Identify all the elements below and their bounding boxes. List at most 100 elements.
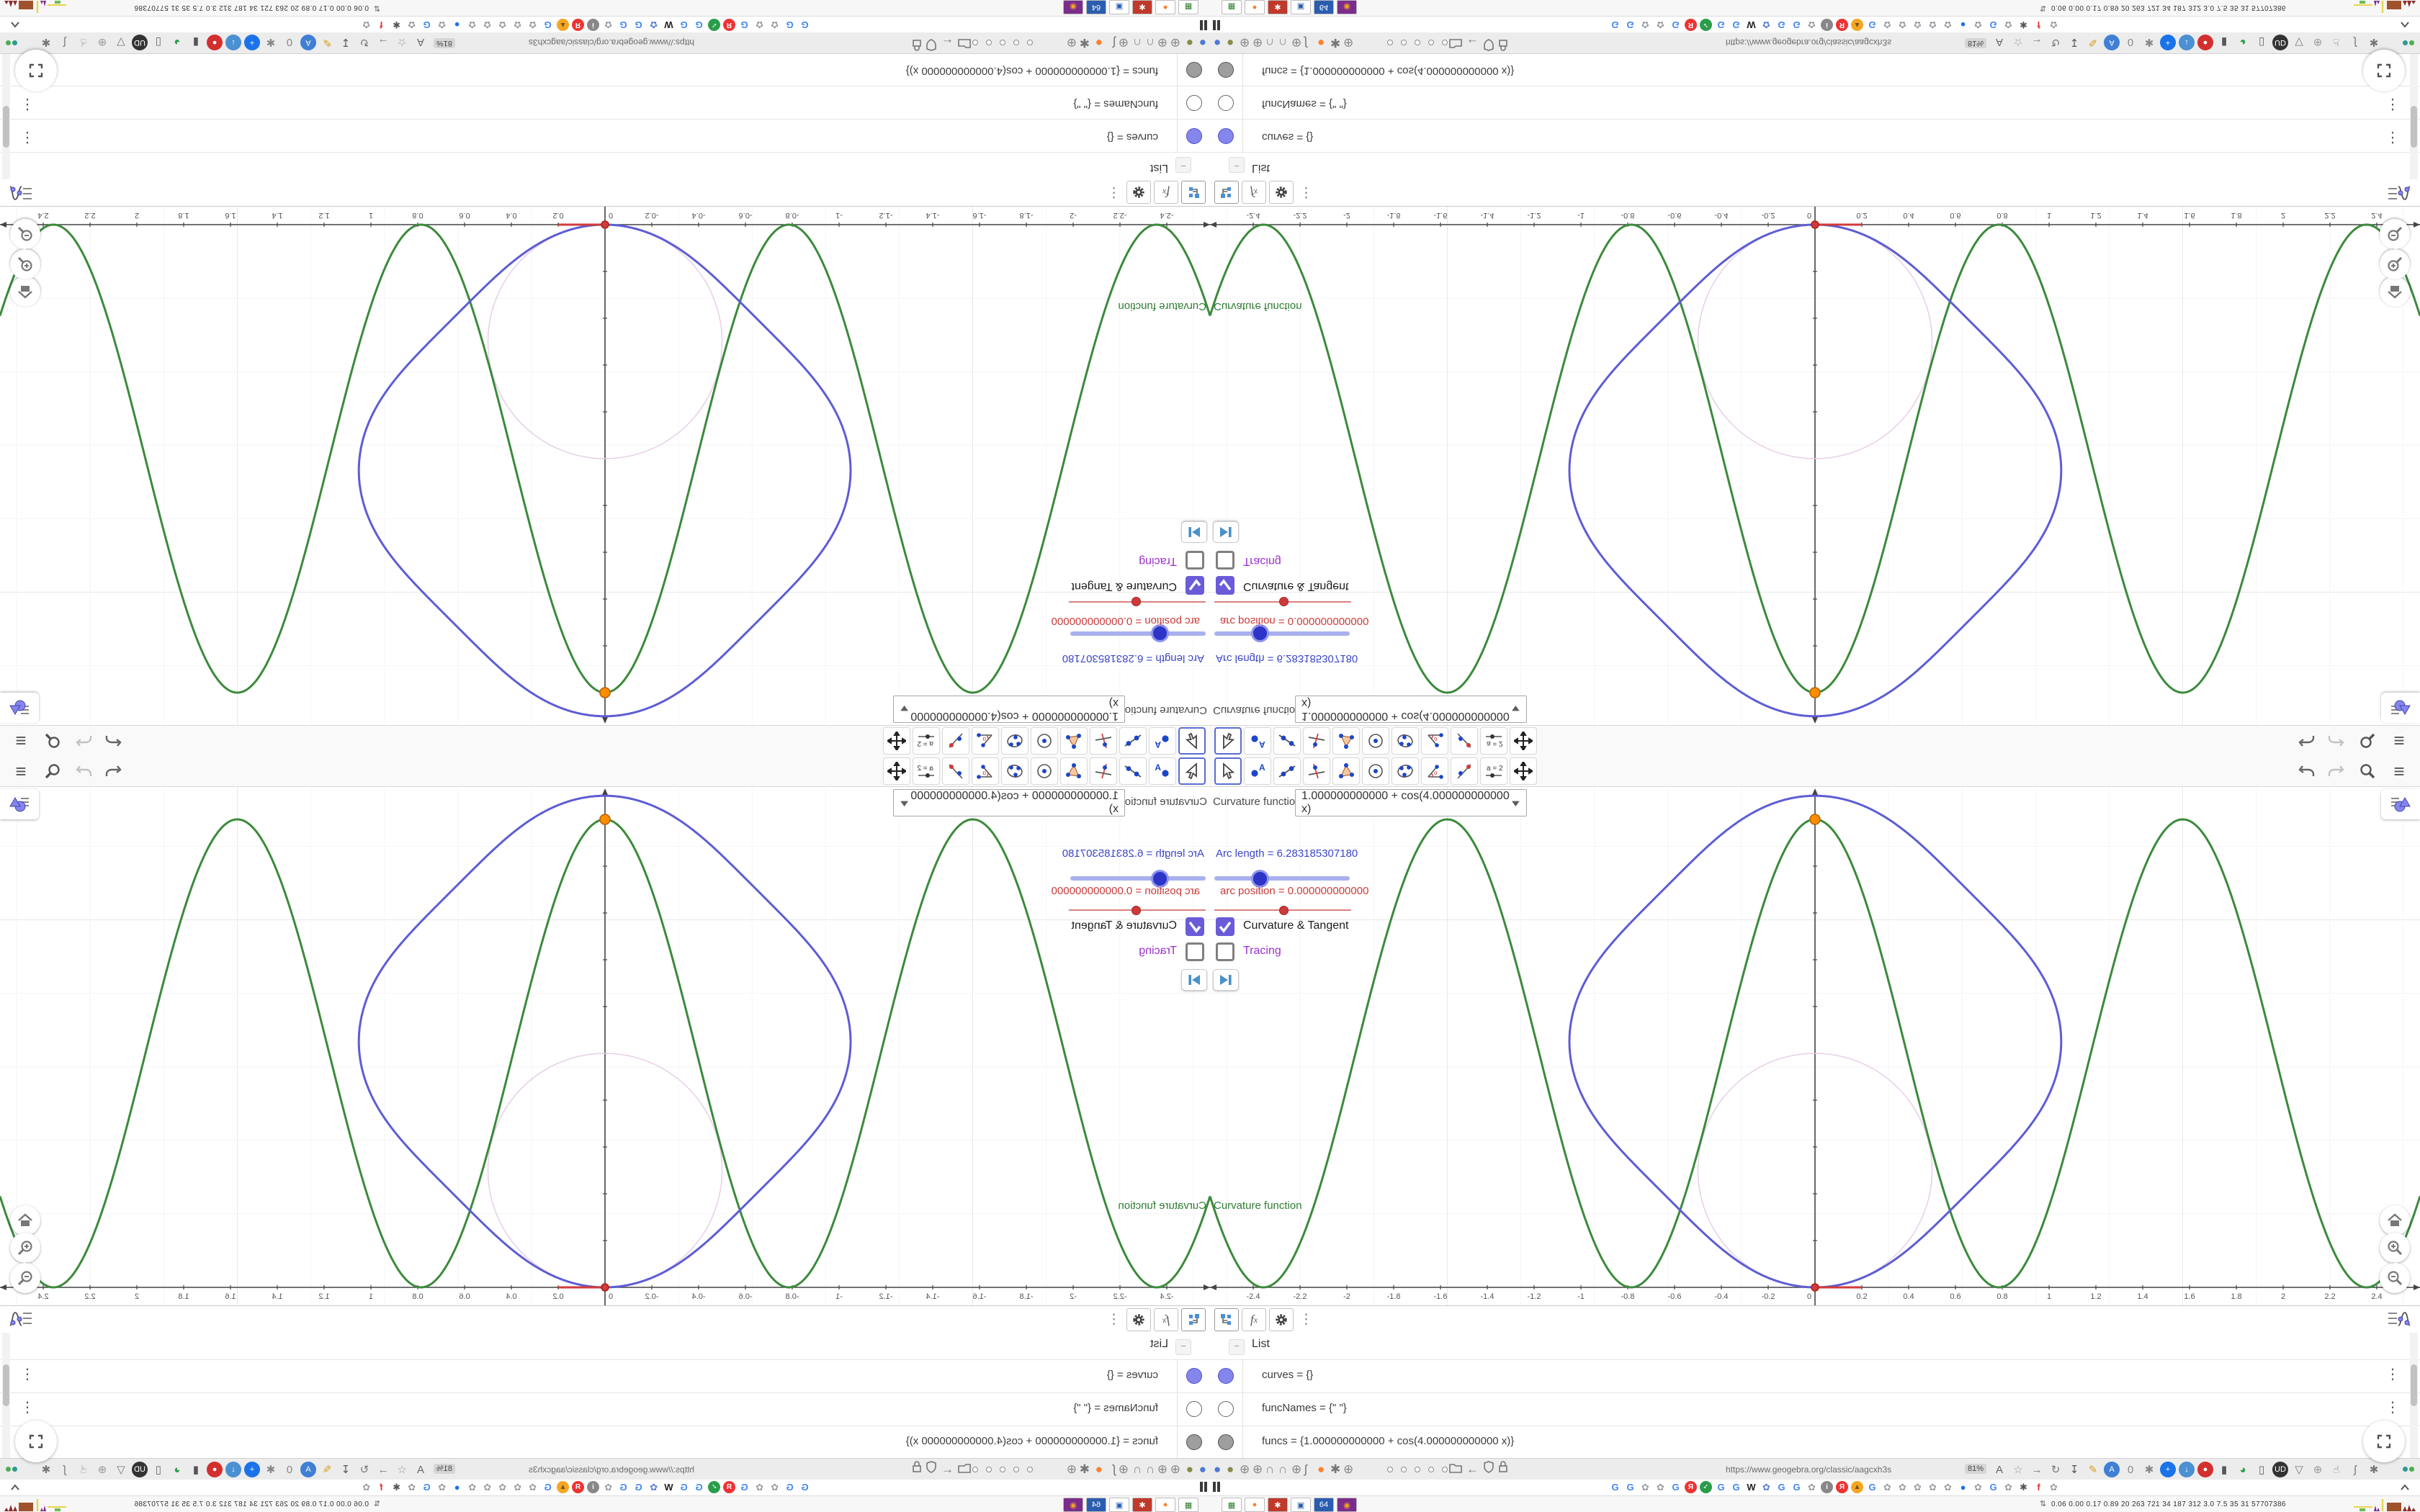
search-icon[interactable]: [2354, 729, 2380, 753]
browser-action-icon[interactable]: ✱: [2366, 35, 2382, 50]
taskbar-app-icon[interactable]: ✱: [1268, 0, 1288, 14]
zoom-in-button[interactable]: [2380, 1233, 2410, 1263]
browser-action-icon[interactable]: ↻: [357, 35, 372, 50]
tray-chevron-icon[interactable]: [10, 17, 20, 30]
point-tool[interactable]: A: [1244, 757, 1271, 785]
browser-action-icon[interactable]: ʃ: [2347, 1462, 2363, 1477]
tab-favicon[interactable]: Я: [1685, 19, 1697, 31]
browser-action-icon[interactable]: ●: [207, 35, 223, 50]
tab-favicon[interactable]: ✿: [436, 1481, 448, 1493]
tab-favicon[interactable]: ✿: [511, 19, 524, 31]
tab-favicon[interactable]: ✓: [708, 19, 720, 31]
taskbar-app-icon[interactable]: 64: [1086, 1498, 1106, 1512]
point-tool[interactable]: A: [1149, 757, 1176, 785]
undo-button[interactable]: [100, 729, 126, 753]
visibility-toggle[interactable]: [1218, 1434, 1234, 1450]
tab-favicon[interactable]: Я: [572, 19, 584, 31]
algebra-style-icon[interactable]: [9, 179, 33, 202]
shield-icon[interactable]: [1484, 34, 1494, 51]
taskbar-app-icon[interactable]: ●: [1245, 0, 1265, 14]
tab-favicon[interactable]: ✿: [2048, 19, 2060, 31]
kebab-menu-icon[interactable]: ⋮: [2385, 1398, 2400, 1416]
tab-favicon[interactable]: G: [1791, 1481, 1803, 1493]
redo-button[interactable]: [71, 729, 97, 753]
tab-favicon[interactable]: ✿: [1806, 1481, 1818, 1493]
statusbar-icon[interactable]: ⊕: [1252, 1461, 1263, 1478]
visibility-toggle[interactable]: [1186, 95, 1202, 111]
kebab-menu-icon[interactable]: ⋮: [2385, 96, 2400, 114]
tab-favicon[interactable]: W: [663, 19, 675, 31]
tab-favicon[interactable]: G: [799, 19, 811, 31]
browser-action-icon[interactable]: ⊕: [94, 1462, 110, 1477]
tab-favicon[interactable]: ✿: [405, 19, 418, 31]
tab-favicon[interactable]: W: [663, 1481, 675, 1493]
trace-point[interactable]: [1809, 687, 1821, 698]
browser-action-icon[interactable]: ☝: [76, 35, 91, 50]
circle-tool[interactable]: [1362, 727, 1389, 755]
visibility-toggle[interactable]: [1186, 1434, 1202, 1450]
tab-favicon[interactable]: Я: [1685, 1481, 1697, 1493]
browser-action-icon[interactable]: ◕: [169, 35, 185, 50]
list-group-row[interactable]: − List: [1210, 152, 2420, 179]
graphics-view[interactable]: -2.4 -2.2 -2 -1.8 -1.6 -1.4 -1.2 -1 -0.8 -0.6 -0.4…: [1210, 207, 2420, 725]
algebra-row-curves[interactable]: curves = {} ⋮: [1210, 119, 2420, 153]
browser-action-icon[interactable]: ▯: [2254, 35, 2269, 50]
tab-favicon[interactable]: f: [2033, 1481, 2045, 1493]
move-tool[interactable]: [1214, 727, 1242, 755]
tray-chevron-icon[interactable]: [2400, 17, 2410, 30]
algebra-scrollbar[interactable]: [2410, 54, 2418, 179]
shield-icon[interactable]: [926, 34, 936, 51]
visibility-toggle[interactable]: [1218, 1401, 1234, 1417]
taskbar-app-icon[interactable]: ✱: [1132, 0, 1152, 14]
arc-position-point[interactable]: [1811, 220, 1819, 229]
arc-position-slider-knob[interactable]: [1131, 597, 1141, 606]
tab-favicon[interactable]: ●: [1957, 1481, 1969, 1493]
tab-favicon[interactable]: ✿: [1881, 19, 1894, 31]
taskbar-app-icon[interactable]: ●: [1155, 1498, 1175, 1512]
back-arrow-icon[interactable]: ←: [1466, 1461, 1479, 1478]
browser-action-icon[interactable]: ↓: [225, 35, 241, 50]
play-animation-button[interactable]: [1213, 969, 1239, 991]
tab-favicon[interactable]: G: [542, 19, 554, 31]
browser-action-icon[interactable]: ▯: [151, 1462, 166, 1477]
tab-favicon[interactable]: ✿: [753, 1481, 766, 1493]
tab-favicon[interactable]: ▲: [557, 1481, 569, 1493]
tab-favicon[interactable]: ✿: [1942, 19, 1954, 31]
browser-action-icon[interactable]: ☆: [2010, 35, 2026, 50]
play-animation-button[interactable]: [1213, 521, 1239, 543]
collapse-button[interactable]: −: [1229, 1339, 1245, 1355]
tab-favicon[interactable]: ✿: [1896, 1481, 1909, 1493]
function-combobox[interactable]: 1.000000000000 + cos(4.000000000000 x) ▼: [893, 789, 1125, 816]
browser-action-icon[interactable]: A: [300, 1462, 316, 1477]
statusbar-icon[interactable]: ✱: [1330, 1461, 1340, 1478]
browser-action-icon[interactable]: ʃ: [2347, 35, 2363, 50]
tracing-checkbox[interactable]: [1186, 551, 1204, 570]
statusbar-icon[interactable]: ●: [1227, 1461, 1234, 1478]
tab-favicon[interactable]: ✿: [481, 1481, 493, 1493]
arc-position-slider-knob[interactable]: [1131, 906, 1141, 915]
point-tool[interactable]: A: [1244, 727, 1271, 755]
algebra-row-funcs[interactable]: funcs = {1.000000000000 + cos(4.00000000…: [1210, 1426, 2420, 1459]
tab-favicon[interactable]: ✱: [2017, 19, 2030, 31]
tree-view-icon[interactable]: [1181, 181, 1206, 204]
lock-icon[interactable]: [1498, 1461, 1508, 1478]
algebra-row-funcs[interactable]: funcs = {1.000000000000 + cos(4.00000000…: [0, 1426, 1210, 1459]
tab-favicon[interactable]: ●: [451, 1481, 463, 1493]
tab-favicon[interactable]: G: [1624, 1481, 1636, 1493]
browser-action-icon[interactable]: +: [244, 1462, 260, 1477]
tab-favicon[interactable]: ✿: [1639, 1481, 1652, 1493]
kebab-menu-icon[interactable]: ⋮: [20, 1398, 35, 1416]
statusbar-icon[interactable]: ⊕: [1157, 1461, 1168, 1478]
statusbar-icon[interactable]: ⊕: [1291, 34, 1301, 51]
browser-action-icon[interactable]: ▮: [188, 1462, 204, 1477]
kebab-menu-icon[interactable]: ⋮: [20, 1365, 35, 1383]
angle-tool[interactable]: α: [972, 757, 999, 785]
algebra-row-funcNames[interactable]: funcNames = {" "} ⋮: [0, 86, 1210, 120]
tab-favicon[interactable]: ✿: [1654, 1481, 1667, 1493]
statusbar-icon[interactable]: ●: [1214, 34, 1221, 51]
slider-tool[interactable]: a = 2: [1480, 727, 1507, 755]
tab-favicon[interactable]: ✿: [436, 19, 448, 31]
tab-favicon[interactable]: ✿: [1639, 19, 1652, 31]
browser-action-icon[interactable]: →: [2029, 1462, 2045, 1477]
statusbar-icon[interactable]: ∩: [1278, 34, 1287, 51]
